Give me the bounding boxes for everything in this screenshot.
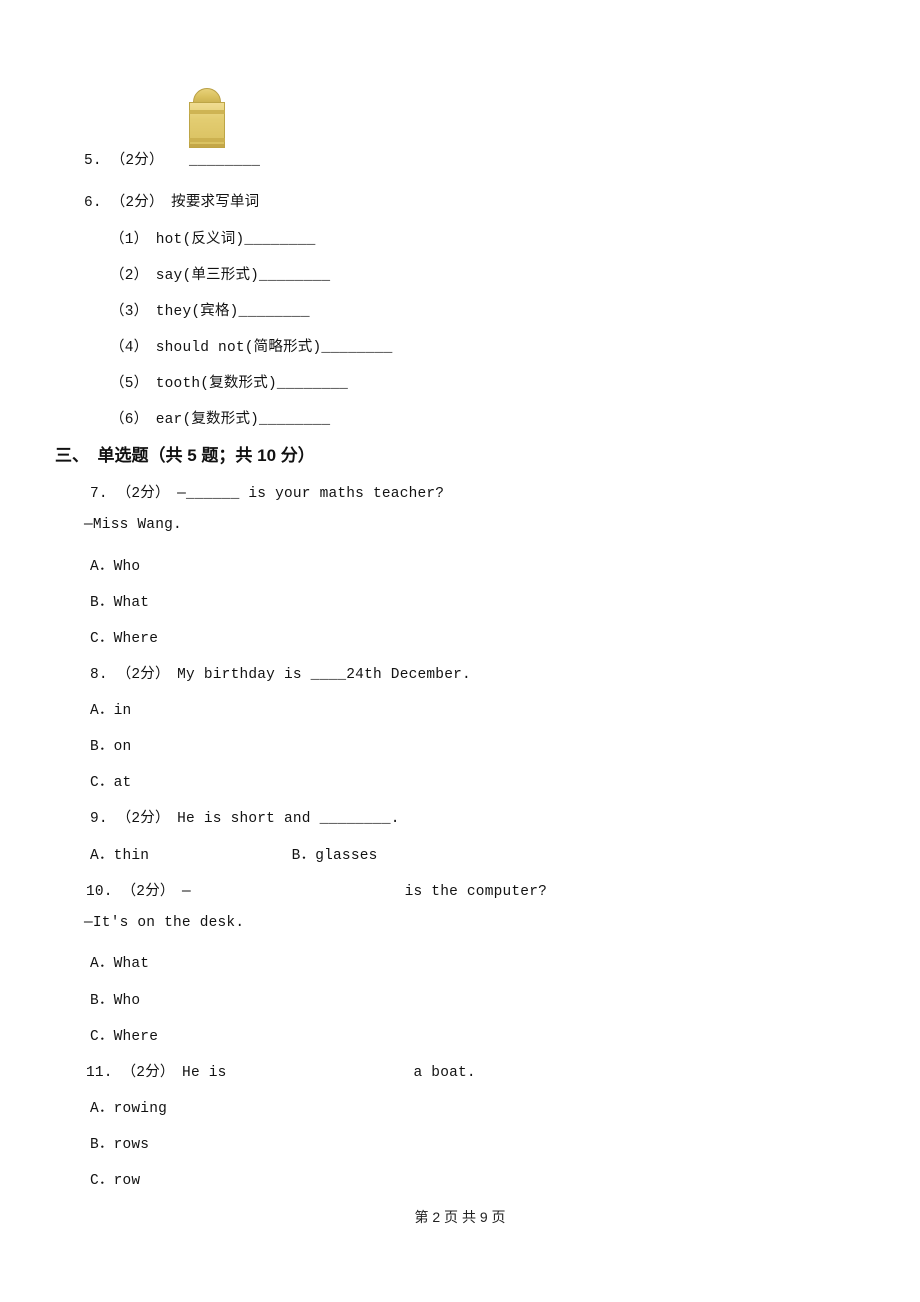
question-6-sub-5: （5） tooth(复数形式)________: [110, 376, 349, 392]
question-7-option-b[interactable]: B．What: [90, 590, 149, 611]
question-6-sub-4: （4） should not(简略形式)________: [110, 340, 393, 356]
crayon-image: [186, 88, 228, 150]
question-10-answer: —It's on the desk.: [84, 915, 245, 931]
question-6: 6. （2分） 按要求写单词: [84, 195, 260, 211]
question-11-option-b[interactable]: B．rows: [90, 1132, 149, 1153]
page-footer: 第 2 页 共 9 页: [414, 1209, 506, 1225]
question-8-option-c[interactable]: C．at: [90, 770, 131, 791]
question-6-sub-3: （3） they(宾格)________: [110, 304, 310, 320]
question-11: 11. （2分） He is a boat.: [86, 1065, 476, 1081]
question-9: 9. （2分） He is short and ________.: [90, 811, 400, 827]
question-10-option-b[interactable]: B．Who: [90, 988, 140, 1009]
section-heading: 三、 单选题（共 5 题；共 10 分）: [55, 446, 315, 465]
question-11-option-c[interactable]: C．row: [90, 1168, 140, 1189]
question-8-option-a[interactable]: A．in: [90, 698, 131, 719]
question-10-option-a[interactable]: A．What: [90, 951, 149, 972]
question-7-answer: —Miss Wang.: [84, 517, 182, 533]
question-8: 8. （2分） My birthday is ____24th December…: [90, 667, 471, 683]
question-10: 10. （2分） — is the computer?: [86, 884, 548, 900]
question-6-sub-1: （1） hot(反义词)________: [110, 232, 316, 248]
document-page: 5. （2分） ________ 6. （2分） 按要求写单词 （1） hot(…: [0, 0, 920, 1302]
question-7-option-c[interactable]: C．Where: [90, 626, 158, 647]
question-11-option-a[interactable]: A．rowing: [90, 1096, 167, 1117]
question-8-option-b[interactable]: B．on: [90, 734, 131, 755]
question-7-option-a[interactable]: A．Who: [90, 554, 140, 575]
question-5: 5. （2分） ________: [84, 153, 261, 169]
question-10-option-c[interactable]: C．Where: [90, 1024, 158, 1045]
question-7: 7. （2分） —______ is your maths teacher?: [90, 486, 445, 502]
question-6-sub-2: （2） say(单三形式)________: [110, 268, 331, 284]
question-9-options[interactable]: A．thin B．glasses: [90, 843, 378, 864]
question-6-sub-6: （6） ear(复数形式)________: [110, 412, 331, 428]
